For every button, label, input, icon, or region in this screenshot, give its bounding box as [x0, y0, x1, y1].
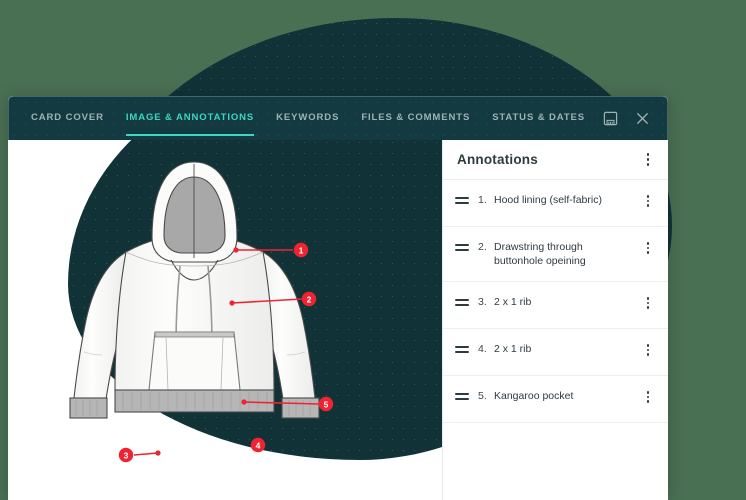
- drag-handle-icon[interactable]: [455, 244, 469, 251]
- annotation-menu-icon[interactable]: [640, 342, 656, 358]
- tab-label: KEYWORDS: [276, 112, 340, 123]
- annotations-title: Annotations: [457, 152, 538, 167]
- drag-handle-icon[interactable]: [455, 346, 469, 353]
- drag-handle-icon[interactable]: [455, 393, 469, 400]
- save-icon[interactable]: [603, 111, 618, 126]
- tab-card-cover[interactable]: CARD COVER: [31, 97, 104, 141]
- annotation-number: 1.: [478, 194, 487, 206]
- tab-label: IMAGE & ANNOTATIONS: [125, 112, 255, 123]
- tab-label: FILES & COMMENTS: [361, 112, 471, 123]
- annotation-number: 4.: [478, 343, 487, 355]
- close-icon[interactable]: [636, 112, 649, 125]
- drag-handle-icon[interactable]: [455, 299, 469, 306]
- annotation-number: 5.: [478, 390, 487, 402]
- annotation-row-1[interactable]: 1. Hood lining (self-fabric): [443, 180, 668, 227]
- annotation-text: 2 x 1 rib: [494, 343, 532, 355]
- annotation-row-5[interactable]: 5. Kangaroo pocket: [443, 376, 668, 423]
- modal-body: 1 2 3 4 5 Annotations 1. Hood lining (se…: [8, 140, 668, 500]
- annotation-menu-icon[interactable]: [640, 193, 656, 209]
- drag-handle-icon[interactable]: [455, 197, 469, 204]
- tab-bar: CARD COVER IMAGE & ANNOTATIONS KEYWORDS …: [8, 96, 668, 140]
- annotation-text: Hood lining (self-fabric): [494, 194, 602, 206]
- annotation-text: Drawstring through buttonhole opeining: [494, 241, 586, 267]
- annotations-panel: Annotations 1. Hood lining (self-fabric)…: [442, 140, 668, 500]
- card-detail-modal: CARD COVER IMAGE & ANNOTATIONS KEYWORDS …: [8, 96, 668, 500]
- annotation-row-2[interactable]: 2. Drawstring through buttonhole opeinin…: [443, 227, 668, 282]
- tab-label: STATUS & DATES: [492, 112, 586, 123]
- annotation-menu-icon[interactable]: [640, 240, 656, 256]
- annotation-text: 2 x 1 rib: [494, 296, 532, 308]
- annotation-menu-icon[interactable]: [640, 295, 656, 311]
- tab-keywords[interactable]: KEYWORDS: [276, 97, 339, 141]
- annotated-image-viewer[interactable]: 1 2 3 4 5: [8, 140, 442, 500]
- annotations-header: Annotations: [443, 140, 668, 180]
- annotation-number: 3.: [478, 296, 487, 308]
- annotation-menu-icon[interactable]: [640, 389, 656, 405]
- annotation-text: Kangaroo pocket: [494, 390, 574, 402]
- annotations-menu-icon[interactable]: [640, 152, 656, 168]
- annotations-list: 1. Hood lining (self-fabric) 2. Drawstri…: [443, 180, 668, 500]
- annotation-row-3[interactable]: 3. 2 x 1 rib: [443, 282, 668, 329]
- tab-files-and-comments[interactable]: FILES & COMMENTS: [361, 97, 470, 141]
- tab-label: CARD COVER: [31, 112, 104, 123]
- window-actions: [603, 111, 667, 126]
- hoodie-illustration: [69, 161, 320, 419]
- annotation-row-4[interactable]: 4. 2 x 1 rib: [443, 329, 668, 376]
- annotation-number: 2.: [478, 241, 487, 253]
- tab-image-and-annotations[interactable]: IMAGE & ANNOTATIONS: [125, 97, 255, 141]
- tab-status-and-dates[interactable]: STATUS & DATES: [492, 97, 585, 141]
